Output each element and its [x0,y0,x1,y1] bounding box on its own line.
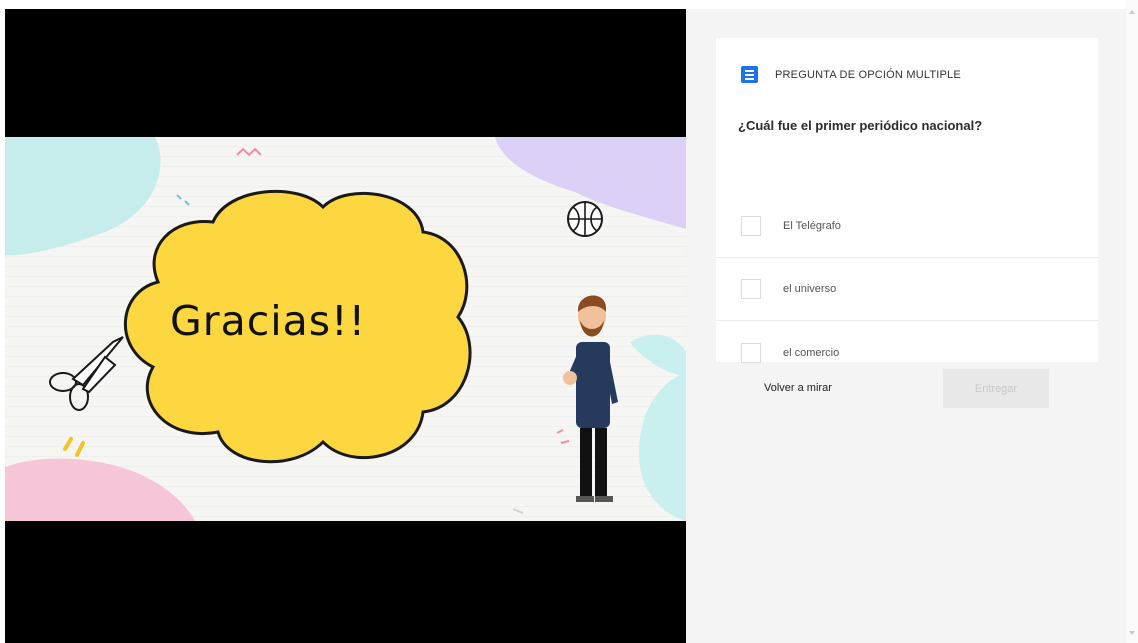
question-panel: PREGUNTA DE OPCIÓN MULTIPLE ¿Cuál fue el… [686,9,1126,643]
video-player[interactable]: Gracias!! [5,9,686,643]
checkbox[interactable] [741,279,761,299]
rewatch-button[interactable]: Volver a mirar [764,382,832,394]
answer-option-label: el comercio [783,346,840,359]
question-type-label: PREGUNTA DE OPCIÓN MULTIPLE [775,68,961,81]
question-type: PREGUNTA DE OPCIÓN MULTIPLE [741,66,961,83]
checkbox[interactable] [741,342,761,363]
scrollbar[interactable] [1126,0,1138,643]
scroll-down-icon[interactable] [1129,631,1135,635]
checkbox[interactable] [741,216,761,236]
submit-button[interactable]: Entregar [943,369,1049,408]
answer-options: El Telégrafo el universo el comercio [716,195,1098,384]
list-icon [741,66,758,83]
slide-title: Gracias!! [169,297,367,345]
presenter-character [563,295,618,502]
scissors-icon [49,336,124,411]
question-card: PREGUNTA DE OPCIÓN MULTIPLE ¿Cuál fue el… [716,38,1098,363]
scroll-up-icon[interactable] [1129,10,1135,14]
question-text: ¿Cuál fue el primer periódico nacional? [738,118,983,133]
basketball-icon [567,201,603,237]
answer-option[interactable]: El Telégrafo [716,195,1098,258]
video-slide: Gracias!! [5,137,686,521]
answer-option-label: el universo [783,283,837,295]
answer-option-label: El Telégrafo [783,220,841,232]
answer-option[interactable]: el universo [716,258,1098,321]
